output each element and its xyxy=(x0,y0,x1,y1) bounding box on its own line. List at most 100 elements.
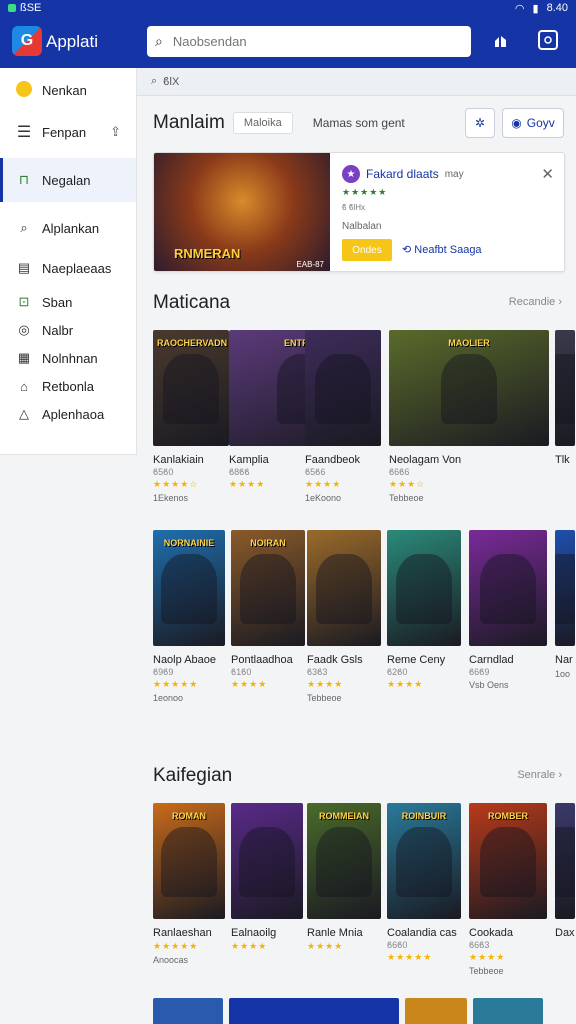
app-card[interactable]: NORNAINIE Naolp Abaoe ϐ9ϐ9 ★★★★★ 1eonoo xyxy=(153,530,225,703)
app-name: Faadk Gsls xyxy=(307,654,363,666)
status-time: 8.40 xyxy=(546,2,568,14)
filter-chip[interactable]: Maloika xyxy=(232,112,293,134)
app-card[interactable]: ROMAN Ranlaeshan ★★★★★ Anoocas xyxy=(153,803,225,965)
character-art xyxy=(441,354,497,424)
app-card[interactable]: ROINBUIR Coalandia cas ϐ6ϐ0 ★★★★★ xyxy=(387,803,461,966)
preview-tile[interactable] xyxy=(229,998,399,1024)
chevron-right-icon: › xyxy=(558,769,562,781)
app-card[interactable]: Ealnaoilg ★★★★ xyxy=(231,803,303,955)
sub-toolbar: ⌕ ϐlX xyxy=(137,68,576,96)
app-meta: ϐ3ϐ3 xyxy=(307,667,328,677)
featured-art-title: RNMERAN xyxy=(174,246,241,261)
sidebar-item-menu[interactable]: ☰ Fenpan ⇪ xyxy=(0,118,136,146)
top-app-bar: G Applati ⌕ xyxy=(0,16,576,68)
sidebar-item-label: Fenpan xyxy=(42,124,87,140)
app-card[interactable]: Nar 1oo xyxy=(555,530,575,679)
featured-meta: ϐ ϐlHx xyxy=(342,203,365,212)
app-name: Carndlad xyxy=(469,654,514,666)
settings-button[interactable]: ✲ xyxy=(465,108,495,138)
app-card[interactable]: Faadk Gsls ϐ3ϐ3 ★★★★ Tebbeoe xyxy=(307,530,381,703)
list-icon: ▤ xyxy=(17,260,31,275)
app-name: Coalandia cas xyxy=(387,927,457,939)
sidebar-item-active[interactable]: ⊓ Negalan xyxy=(0,158,136,202)
app-rating: ★★★★ xyxy=(231,679,268,689)
app-card[interactable]: Reme Ceny ϐ2ϐ0 ★★★★ xyxy=(387,530,461,693)
app-card[interactable]: Tlk xyxy=(555,330,575,469)
sidebar-item-home[interactable]: Nenkan xyxy=(0,76,136,104)
section-more-link[interactable]: Senrale › xyxy=(517,769,562,781)
notification-icon xyxy=(8,4,16,12)
account-icon[interactable] xyxy=(490,30,512,52)
app-thumbnail: RAOCHERVADN xyxy=(153,330,229,446)
install-button[interactable]: Ondes xyxy=(342,239,392,261)
featured-app-name: Fakard dlaats xyxy=(366,167,439,181)
app-card[interactable]: RAOCHERVADN Kanlakiain ϐ5ϐ0 ★★★★☆ 1Ekenos xyxy=(153,330,229,503)
app-name: Faandbeok xyxy=(305,454,361,466)
featured-link-label: Neafbt Saaga xyxy=(414,244,482,256)
character-art xyxy=(161,554,217,624)
sidebar-item-shop[interactable]: ⊡ Sban xyxy=(0,288,136,316)
search-icon: ⌕ xyxy=(20,220,28,235)
sidebar-item-circle[interactable]: ◎ Nalbr xyxy=(0,316,136,344)
sidebar-item-homepage[interactable]: ⌂ Retbonla xyxy=(0,372,136,400)
app-name: Tlk xyxy=(555,454,570,466)
featured-card[interactable]: RNMERAN EAB-87 ★ Fakard dlaats may ★★★★★… xyxy=(153,152,565,272)
app-name: Ealnaoilg xyxy=(231,927,277,939)
thumbnail-label: RAOCHERVADN xyxy=(157,338,228,348)
star-badge-icon: ★ xyxy=(342,165,360,183)
close-icon[interactable]: ✕ xyxy=(541,165,554,183)
sidebar-item-label: Nenkan xyxy=(42,82,87,98)
app-name: Neolagam Von xyxy=(389,454,462,466)
status-bar: ßSE ◠ ▮ 8.40 xyxy=(0,0,576,16)
app-name: Pontlaadhoa xyxy=(231,654,293,666)
sidebar-item-list[interactable]: ▤ Naeplaeaas xyxy=(0,248,136,288)
search-icon[interactable]: ⌕ xyxy=(151,75,157,88)
sidebar-item-label: Aplenhaoa xyxy=(42,406,105,422)
app-downloads: Tebbeoe xyxy=(469,966,504,976)
app-card[interactable]: MAOLIER Neolagam Von ϐ6ϐ6 ★★★☆ Tebbeoe xyxy=(389,330,549,503)
preview-tile[interactable] xyxy=(473,998,543,1024)
app-thumbnail xyxy=(555,330,575,446)
next-row-preview xyxy=(153,998,576,1024)
camera-icon[interactable] xyxy=(538,30,558,50)
featured-art-badge: EAB-87 xyxy=(296,260,324,269)
search-input[interactable] xyxy=(172,34,433,49)
app-logo[interactable]: G xyxy=(12,26,42,56)
app-card[interactable]: Faandbeok ϐ5ϐ6 ★★★★ 1eKoono xyxy=(305,330,381,503)
app-meta: ϐ6ϐ6 xyxy=(389,467,410,477)
sidebar-item-label: Sban xyxy=(42,294,73,310)
section-more-link[interactable]: Recandie › xyxy=(509,296,562,308)
app-name: Dax xyxy=(555,927,575,939)
go-button[interactable]: ◉ Goyv xyxy=(502,108,564,138)
sidebar-item-grid[interactable]: ▦ Nolnhnan xyxy=(0,344,136,372)
search-bar[interactable]: ⌕ xyxy=(147,26,471,57)
sidebar-item-cloud[interactable]: △ Aplenhaoa xyxy=(0,400,136,428)
app-downloads: Tebbeoe xyxy=(307,693,342,703)
refresh-icon: ⟲ xyxy=(402,244,412,256)
sidebar-item-label: Nolnhnan xyxy=(42,350,98,366)
thumbnail-label: NOIRAN xyxy=(250,538,286,548)
app-thumbnail: NORNAINIE xyxy=(153,530,225,646)
app-meta: ϐ5ϐ0 xyxy=(153,467,174,477)
shop-icon: ⊡ xyxy=(18,294,30,309)
grid-icon: ▦ xyxy=(17,350,31,365)
character-art xyxy=(161,827,217,897)
sidebar-item-label: Negalan xyxy=(42,172,91,188)
app-downloads: 1eKoono xyxy=(305,493,342,503)
app-thumbnail: MAOLIER xyxy=(389,330,549,446)
app-card[interactable]: Dax xyxy=(555,803,575,942)
preview-tile[interactable] xyxy=(153,998,223,1024)
app-name: Ranlaeshan xyxy=(153,927,212,939)
app-rating: ★★★★★ xyxy=(153,941,199,951)
sidebar-item-search[interactable]: ⌕ Alplankan xyxy=(0,208,136,248)
featured-link[interactable]: ⟲ Neafbt Saaga xyxy=(402,243,482,256)
app-card[interactable]: Carndlad ϐ6ϐ9 Vsb Oens xyxy=(469,530,547,690)
thumbnail-label: ROMBER xyxy=(488,811,528,821)
app-card[interactable]: ROMBER Cookada ϐ6ϐ3 ★★★★ Tebbeoe xyxy=(469,803,547,976)
app-meta: ϐ6ϐ3 xyxy=(469,940,490,950)
app-card[interactable]: ROMMEIAN Ranle Mnia ★★★★ xyxy=(307,803,381,955)
app-card[interactable]: NOIRAN Pontlaadhoa ϐ1ϐ0 ★★★★ xyxy=(231,530,305,693)
menu-icon: ☰ xyxy=(16,124,32,141)
character-art xyxy=(240,554,296,624)
preview-tile[interactable] xyxy=(405,998,467,1024)
